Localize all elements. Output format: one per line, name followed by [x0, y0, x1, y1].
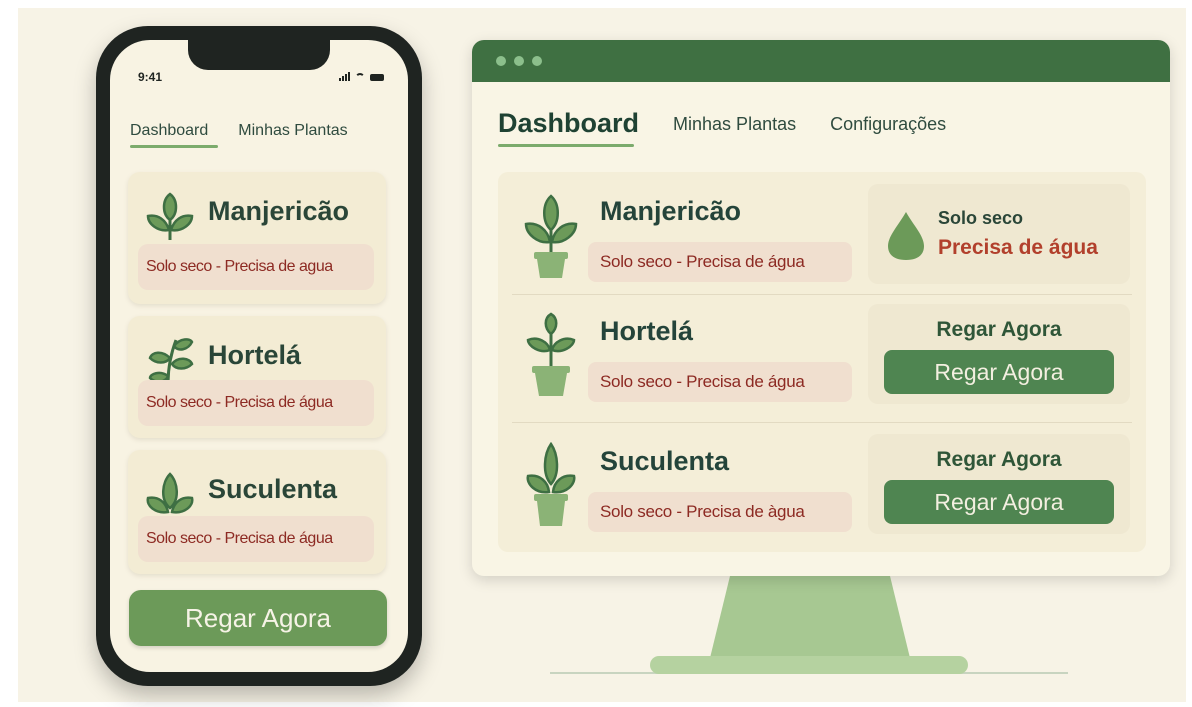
status-time: 9:41 [138, 70, 163, 84]
plant-status: Solo seco - Precisa de àgua [588, 492, 852, 532]
plant-row[interactable]: Hortelá Solo seco - Precisa de água Rega… [512, 296, 1132, 414]
regar-agora-button[interactable]: Regar Agora [129, 590, 387, 646]
regar-agora-label: Regar Agora [936, 318, 1062, 341]
phone-tab-dashboard[interactable]: Dashboard [130, 122, 219, 148]
plant-status: Solo seco - Precisa de água [588, 362, 852, 402]
succulent-pot-icon [526, 441, 576, 526]
plant-row[interactable]: Manjericão Solo seco - Precisa de água S… [512, 176, 1132, 294]
plant-status: Solo seco - Precisa de água [588, 242, 852, 282]
soil-alert-box: Solo seco Precisa de água [868, 184, 1130, 284]
watering-action-box: Regar Agora Regar Agora [868, 434, 1130, 534]
alert-subtitle: Precisa de água [938, 236, 1098, 259]
basil-leaf-icon [146, 192, 194, 240]
desktop-tabs: Dashboard Minhas Plantas Configurações [498, 108, 946, 147]
regar-agora-button[interactable]: Regar Agora [884, 350, 1114, 394]
window-titlebar [472, 40, 1170, 82]
wifi-icon [355, 73, 365, 81]
signal-icon [339, 72, 350, 81]
plant-row[interactable]: Suculenta Solo seco - Precisa de àgua Re… [512, 426, 1132, 544]
water-drop-icon [888, 212, 924, 260]
desktop-window: Dashboard Minhas Plantas Configurações M… [472, 40, 1170, 576]
monitor-stand [710, 576, 910, 658]
phone-notch [188, 40, 330, 70]
mint-leaf-icon [148, 338, 194, 385]
plant-list-panel: Manjericão Solo seco - Precisa de água S… [498, 172, 1146, 552]
mint-pot-icon [526, 312, 576, 396]
plant-status: Solo seco - Precisa de água [138, 380, 374, 426]
tab-dashboard[interactable]: Dashboard [498, 108, 639, 147]
regar-agora-button[interactable]: Regar Agora [884, 480, 1114, 524]
window-maximize-dot[interactable] [532, 56, 542, 66]
battery-icon [370, 74, 384, 81]
phone-device: 9:41 Dashboard Minhas Plantas Manjericão… [96, 26, 422, 686]
phone-plant-card[interactable]: Hortelá Solo seco - Precisa de água [128, 316, 386, 438]
row-divider [512, 294, 1132, 295]
phone-plant-card[interactable]: Suculenta Solo seco - Precisa de água [128, 450, 386, 574]
row-divider [512, 422, 1132, 423]
plant-status: Solo seco - Precisa de agua [138, 244, 374, 290]
phone-tabs: Dashboard Minhas Plantas [130, 122, 348, 148]
watering-action-box: Regar Agora Regar Agora [868, 304, 1130, 404]
window-minimize-dot[interactable] [514, 56, 524, 66]
tab-configuracoes[interactable]: Configurações [830, 114, 946, 147]
tab-minhas-plantas[interactable]: Minhas Plantas [673, 114, 796, 147]
plant-status: Solo seco - Precisa de água [138, 516, 374, 562]
plant-name: Manjericão [600, 196, 742, 226]
regar-agora-label: Regar Agora [936, 448, 1062, 471]
status-icons [339, 72, 384, 81]
phone-plant-card[interactable]: Manjericão Solo seco - Precisa de agua [128, 172, 386, 304]
plant-name: Manjericão [208, 196, 350, 226]
phone-tab-minhas-plantas[interactable]: Minhas Plantas [238, 122, 347, 148]
plant-name: Suculenta [208, 474, 338, 504]
plant-name: Hortelá [208, 340, 302, 370]
basil-pot-icon [524, 194, 578, 278]
monitor-base [650, 656, 968, 674]
window-close-dot[interactable] [496, 56, 506, 66]
succulent-leaf-icon [146, 472, 194, 514]
alert-title: Solo seco [938, 208, 1024, 228]
phone-screen: 9:41 Dashboard Minhas Plantas Manjericão… [110, 40, 408, 672]
plant-name: Hortelá [600, 316, 694, 346]
plant-name: Suculenta [600, 446, 730, 476]
